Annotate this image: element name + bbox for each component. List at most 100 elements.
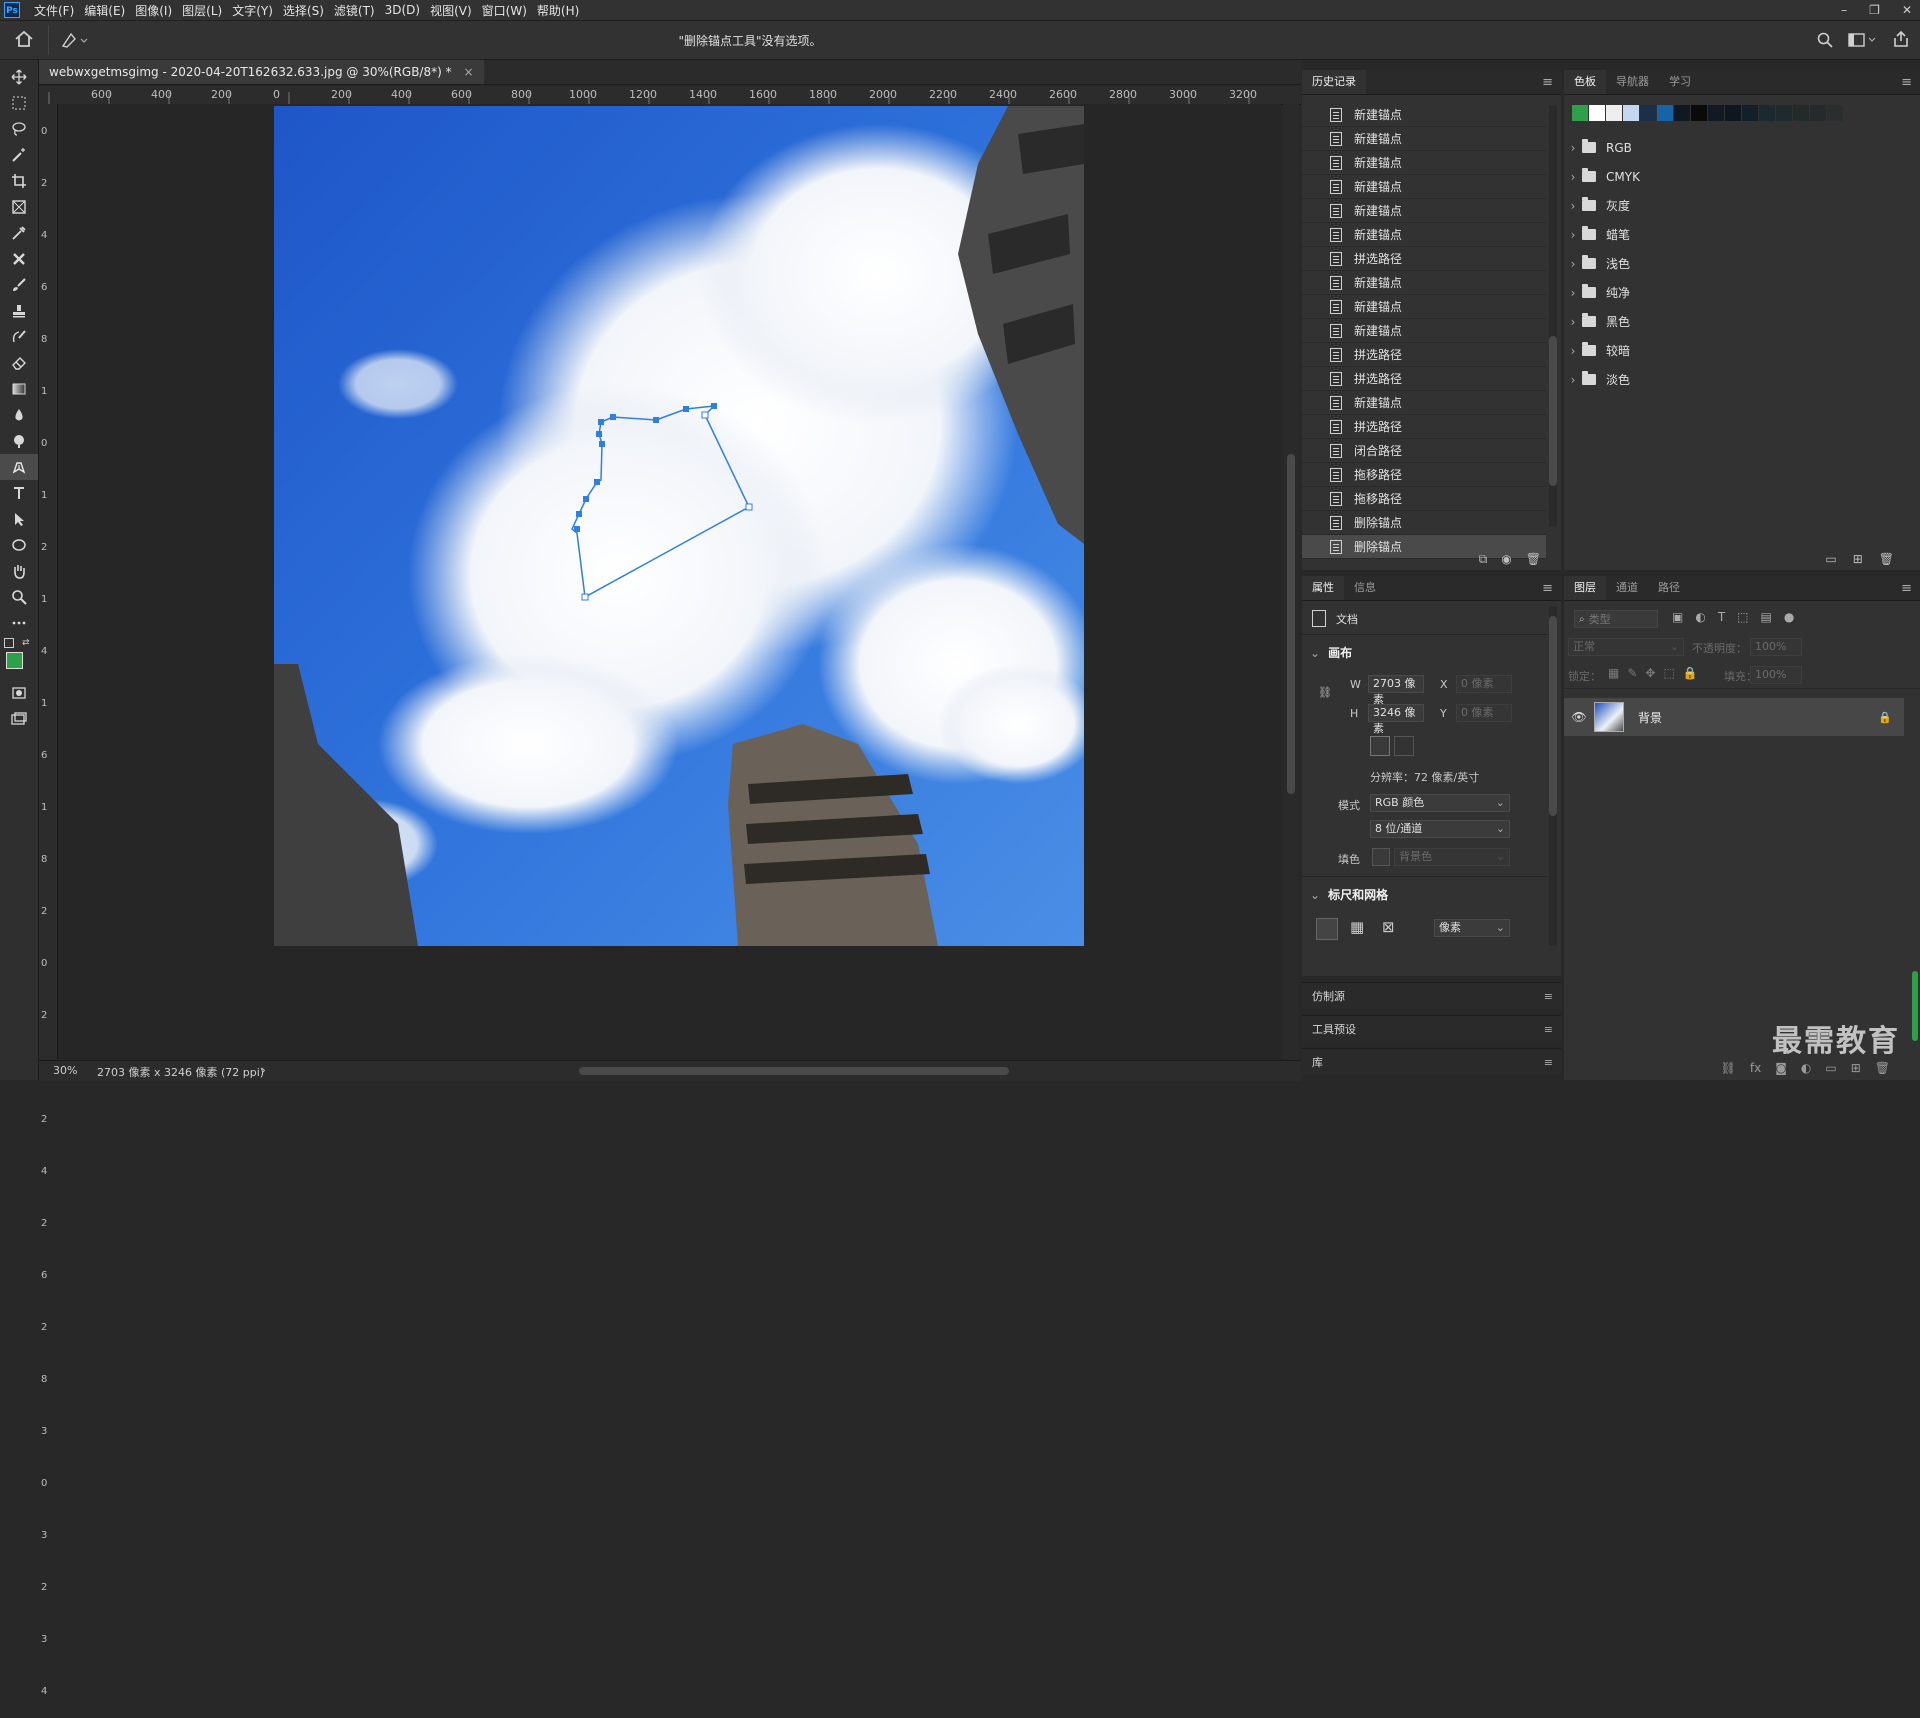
color-swatch[interactable]: [1623, 105, 1639, 121]
layer-name[interactable]: 背景: [1638, 709, 1662, 726]
history-item[interactable]: 新建锚点: [1302, 199, 1546, 223]
color-mode-select[interactable]: RGB 颜色 ⌄: [1370, 794, 1510, 812]
clone-source-panel-header[interactable]: 仿制源 ≡: [1302, 982, 1561, 1009]
color-swatch[interactable]: [1708, 105, 1724, 121]
swatch-group-grayscale[interactable]: › 灰度: [1564, 191, 1920, 220]
color-swatch[interactable]: [1640, 105, 1656, 121]
tab-channels[interactable]: 通道: [1606, 576, 1648, 600]
tool-presets-panel-header[interactable]: 工具预设 ≡: [1302, 1015, 1561, 1042]
width-field[interactable]: 2703 像素: [1368, 675, 1424, 706]
color-swatch[interactable]: [1759, 105, 1775, 121]
panel-menu-icon[interactable]: ≡: [1901, 75, 1912, 90]
swatch-group-darker[interactable]: › 较暗: [1564, 336, 1920, 365]
grid-toggle-icon[interactable]: ▦: [1350, 918, 1364, 936]
new-group-folder-icon[interactable]: ▭: [1825, 1061, 1836, 1075]
path-selection-tool-icon[interactable]: [0, 506, 38, 532]
history-item[interactable]: 新建锚点: [1302, 271, 1546, 295]
color-swatch[interactable]: [1793, 105, 1809, 121]
history-item[interactable]: 闭合路径: [1302, 439, 1546, 463]
fill-select[interactable]: 背景色 ⌄: [1394, 848, 1510, 866]
canvas-vertical-scrollbar[interactable]: [1283, 104, 1299, 1059]
scrollbar-thumb[interactable]: [1287, 454, 1295, 794]
healing-brush-tool-icon[interactable]: [0, 246, 38, 272]
swatch-group-light[interactable]: › 浅色: [1564, 249, 1920, 278]
close-tab-icon[interactable]: ×: [463, 65, 473, 79]
panel-menu-icon[interactable]: ≡: [1901, 581, 1912, 596]
menu-edit[interactable]: 编辑(E): [84, 2, 125, 19]
link-dimensions-icon[interactable]: ⛓: [1318, 686, 1332, 699]
color-swatches[interactable]: ⇄: [0, 636, 38, 675]
menu-image[interactable]: 图像(I): [135, 2, 172, 19]
menu-layer[interactable]: 图层(L): [182, 2, 222, 19]
tab-swatches[interactable]: 色板: [1564, 70, 1606, 94]
trash-icon[interactable]: 🗑: [1526, 552, 1541, 566]
more-tools-icon[interactable]: [0, 610, 38, 636]
add-mask-icon[interactable]: ◙: [1775, 1061, 1787, 1075]
color-swatch[interactable]: [1657, 105, 1673, 121]
color-swatch[interactable]: [1725, 105, 1741, 121]
history-scrollbar-thumb[interactable]: [1549, 336, 1557, 486]
landscape-orientation-icon[interactable]: [1394, 736, 1414, 756]
swatch-group-pure[interactable]: › 纯净: [1564, 278, 1920, 307]
menu-help[interactable]: 帮助(H): [537, 2, 579, 19]
lock-all-icon[interactable]: 🔒: [1683, 666, 1698, 680]
history-item[interactable]: 新建锚点: [1302, 175, 1546, 199]
dodge-tool-icon[interactable]: [0, 428, 38, 454]
panel-menu-icon[interactable]: ≡: [1542, 75, 1553, 90]
magic-wand-tool-icon[interactable]: [0, 142, 38, 168]
properties-scrollbar[interactable]: [1549, 606, 1557, 946]
trash-icon[interactable]: 🗑: [1879, 552, 1894, 566]
history-item[interactable]: 新建锚点: [1302, 103, 1546, 127]
y-field[interactable]: 0 像素: [1456, 704, 1512, 722]
swatch-group-dark[interactable]: › 黑色: [1564, 307, 1920, 336]
color-swatch[interactable]: [1691, 105, 1707, 121]
color-swatch[interactable]: [1606, 105, 1622, 121]
new-group-folder-icon[interactable]: ▭: [1825, 552, 1836, 566]
blend-mode-select[interactable]: 正常 ⌄: [1568, 638, 1684, 656]
quick-mask-icon[interactable]: [0, 680, 38, 706]
tab-navigator[interactable]: 导航器: [1606, 70, 1659, 94]
opacity-field[interactable]: 100%: [1750, 638, 1802, 656]
zoom-tool-icon[interactable]: [0, 584, 38, 610]
default-colors-icon[interactable]: [4, 638, 14, 648]
swatch-group-rgb[interactable]: › RGB: [1564, 133, 1920, 162]
fx-icon[interactable]: fx: [1750, 1061, 1761, 1075]
layer-filter-select[interactable]: ⌕ 类型: [1574, 610, 1658, 628]
foreground-color-swatch[interactable]: [6, 652, 23, 669]
tab-layers[interactable]: 图层: [1564, 576, 1606, 600]
history-item[interactable]: 新建锚点: [1302, 295, 1546, 319]
close-icon[interactable]: ✕: [1902, 3, 1912, 17]
portrait-orientation-icon[interactable]: [1370, 736, 1390, 756]
trash-icon[interactable]: 🗑: [1875, 1061, 1890, 1075]
share-icon[interactable]: [1892, 30, 1910, 51]
restore-icon[interactable]: ❐: [1869, 3, 1880, 17]
type-tool-icon[interactable]: [0, 480, 38, 506]
panel-menu-icon[interactable]: ≡: [1544, 990, 1553, 1003]
filter-shape-icon[interactable]: ⬚: [1737, 610, 1748, 624]
history-item[interactable]: 删除锚点: [1302, 511, 1546, 535]
history-item[interactable]: 新建锚点: [1302, 391, 1546, 415]
panel-menu-icon[interactable]: ≡: [1544, 1023, 1553, 1036]
menu-filter[interactable]: 滤镜(T): [334, 2, 375, 19]
color-swatch[interactable]: [1776, 105, 1792, 121]
screen-mode-icon[interactable]: [0, 706, 38, 732]
ruler-toggle-icon[interactable]: [1316, 918, 1338, 940]
history-item[interactable]: 新建锚点: [1302, 127, 1546, 151]
new-swatch-icon[interactable]: ⊞: [1853, 552, 1863, 566]
panel-menu-icon[interactable]: ≡: [1544, 1056, 1553, 1069]
history-item[interactable]: 新建锚点: [1302, 223, 1546, 247]
eye-visibility-icon[interactable]: 👁: [1564, 710, 1594, 724]
eraser-tool-icon[interactable]: [0, 350, 38, 376]
tab-info[interactable]: 信息: [1344, 576, 1386, 600]
move-tool-icon[interactable]: [0, 64, 38, 90]
new-layer-icon[interactable]: ⊞: [1851, 1061, 1861, 1075]
crop-tool-icon[interactable]: [0, 168, 38, 194]
lock-artboard-icon[interactable]: ⬚: [1663, 666, 1674, 680]
document-image[interactable]: [58, 104, 1281, 1059]
gradient-tool-icon[interactable]: [0, 376, 38, 402]
history-item[interactable]: 新建锚点: [1302, 319, 1546, 343]
bit-depth-select[interactable]: 8 位/通道 ⌄: [1370, 820, 1510, 838]
menu-select[interactable]: 选择(S): [283, 2, 324, 19]
minimize-icon[interactable]: –: [1841, 3, 1847, 17]
canvas-area[interactable]: [58, 104, 1281, 1059]
